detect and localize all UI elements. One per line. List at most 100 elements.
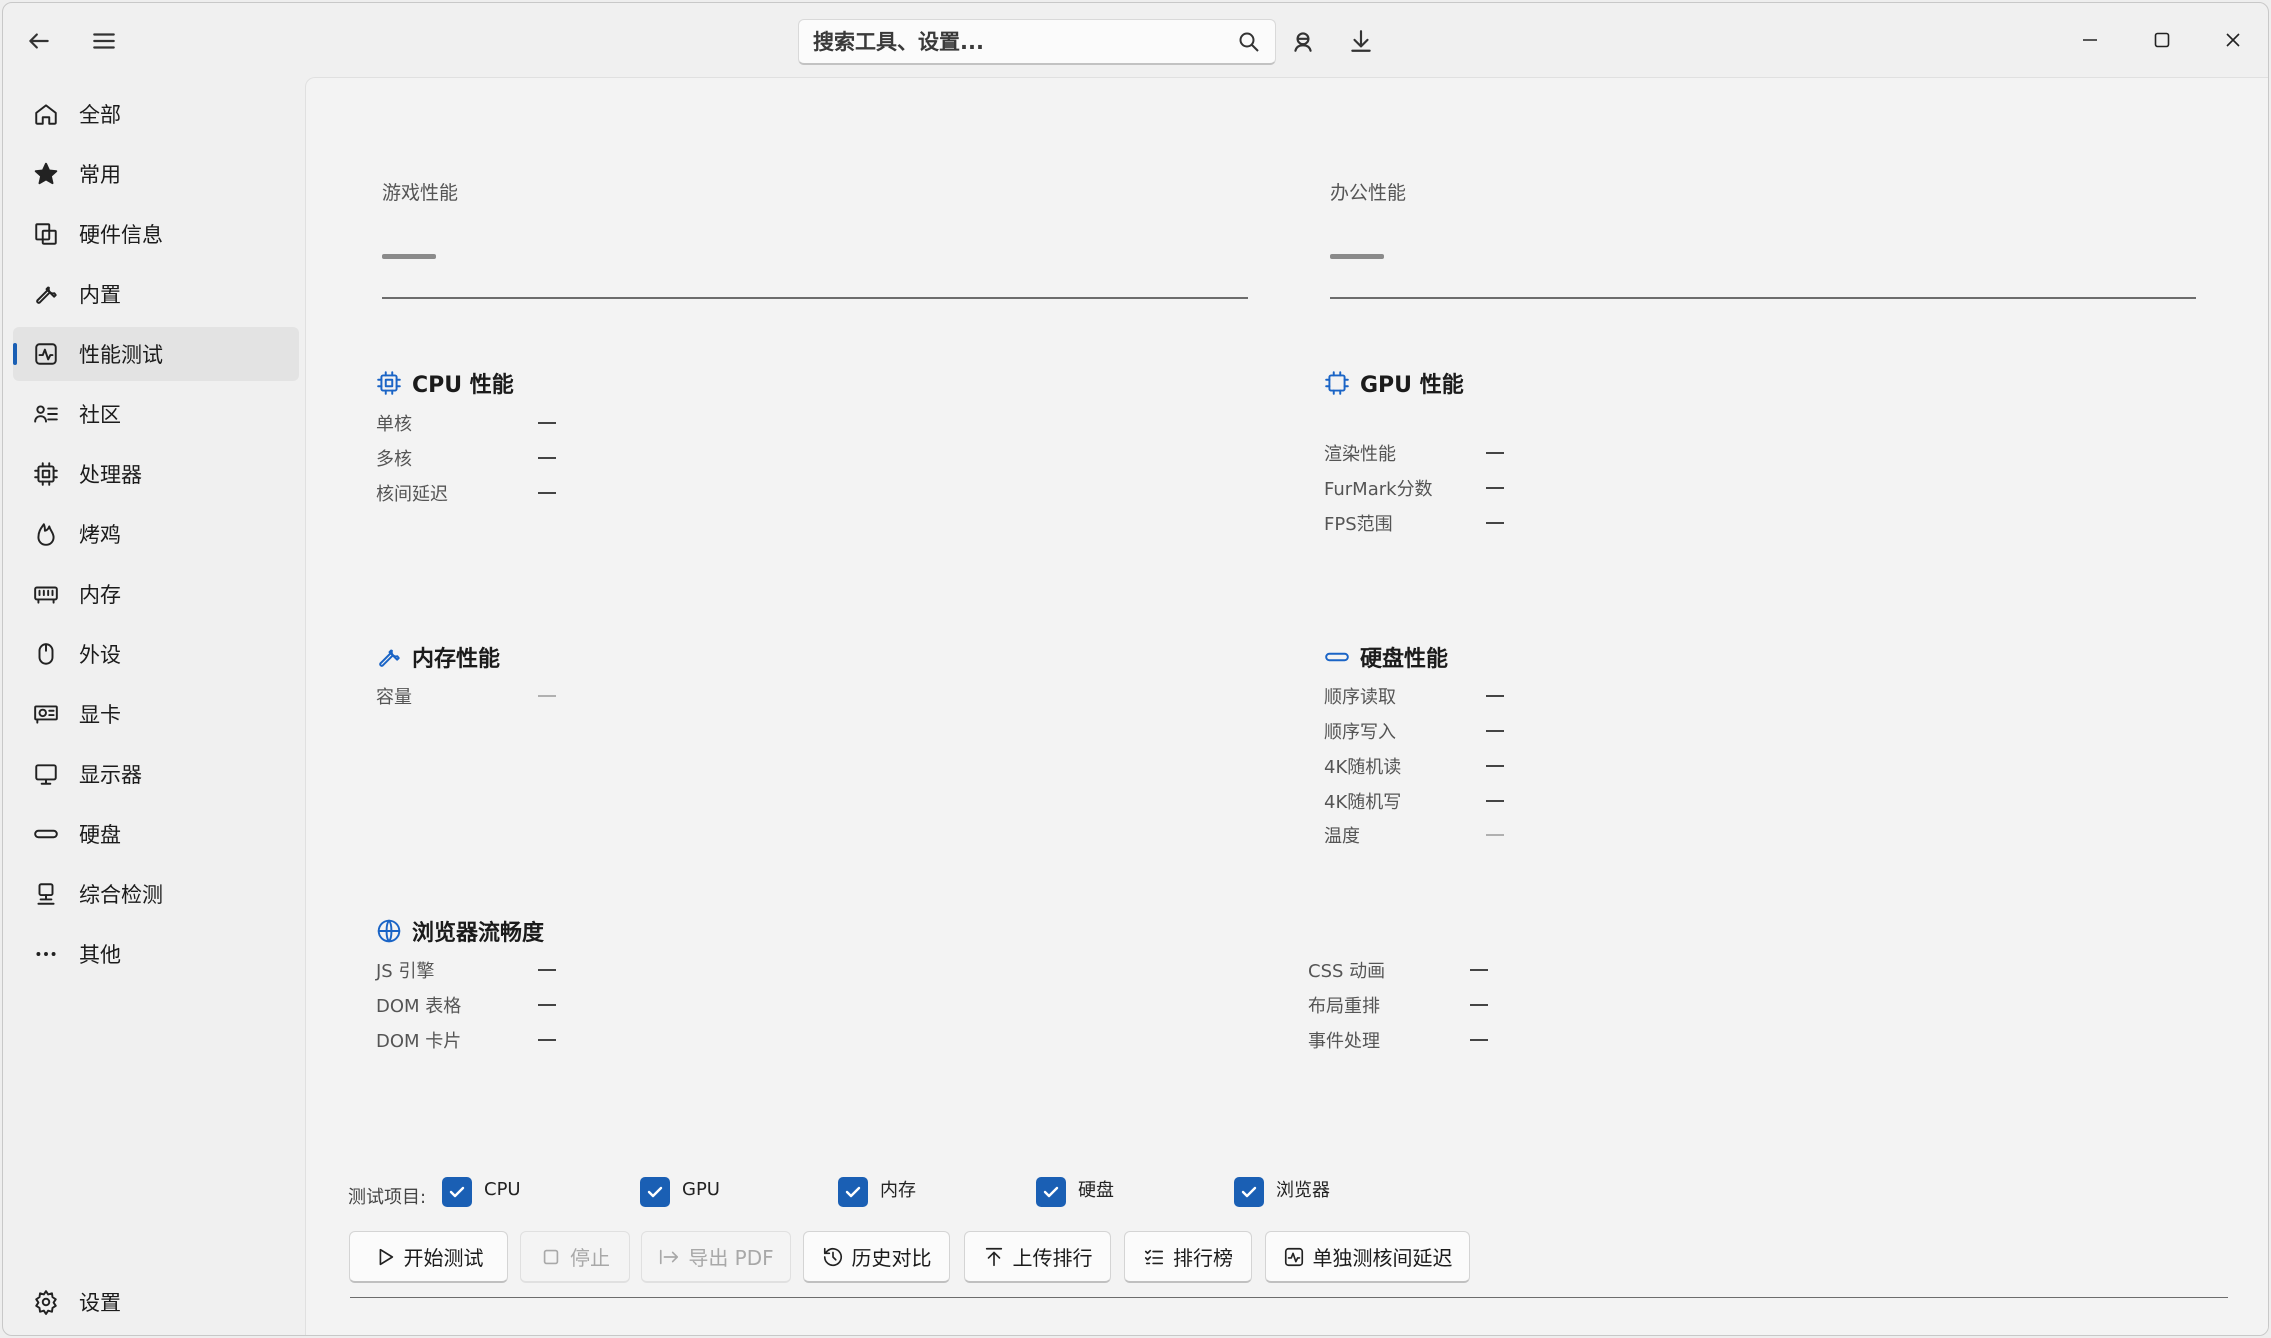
sidebar-item-comprehensive[interactable]: 综合检测 [13,867,299,921]
checkbox-checked[interactable] [442,1177,472,1207]
bottom-divider [350,1297,2228,1298]
history-compare-button[interactable]: 历史对比 [803,1231,950,1283]
minimize-button[interactable] [2060,17,2120,63]
back-arrow-icon [29,33,49,49]
test-cpu-checkbox[interactable]: CPU [442,1177,521,1207]
benchmark-icon [31,339,61,369]
checkbox-checked[interactable] [838,1177,868,1207]
sidebar-item-label: 性能测试 [79,343,163,367]
test-browser-checkbox[interactable]: 浏览器 [1234,1177,1330,1207]
cpu-core-latency-label: 核间延迟 [376,484,448,505]
cpu-single-core-label: 单核 [376,414,412,435]
menu-button[interactable] [84,21,124,61]
office-perf-title: 办公性能 [1330,182,1407,204]
sidebar-item-graphics-card[interactable]: 显卡 [13,687,299,741]
browser-dom-table-value [538,1004,556,1006]
browser-dom-card-label: DOM 卡片 [376,1031,462,1052]
browser-reflow-label: 布局重排 [1308,996,1380,1017]
sidebar-item-benchmark[interactable]: 性能测试 [13,327,299,381]
maximize-button[interactable] [2132,17,2192,63]
browser-dom-table-label: DOM 表格 [376,996,462,1017]
upload-ranking-button[interactable]: 上传排行 [964,1231,1111,1283]
benchmark-icon [1284,1247,1303,1266]
sidebar-item-display[interactable]: 显示器 [13,747,299,801]
browser-js-value [538,969,556,971]
monitor-icon [31,759,61,789]
sidebar-item-all[interactable]: 全部 [13,87,299,141]
sidebar: 全部 常用 硬件信息 内置 性能测试 社区 处理器 烤鸡 内存 外设 显卡 显示… [3,77,305,1335]
sidebar-item-community[interactable]: 社区 [13,387,299,441]
comprehensive-icon [31,879,61,909]
game-perf-title: 游戏性能 [382,182,459,204]
cpu-multi-core-label: 多核 [376,449,412,470]
memory-capacity-label: 容量 [376,687,412,708]
search-icon[interactable] [1237,30,1261,54]
test-disk-checkbox[interactable]: 硬盘 [1036,1177,1114,1207]
memory-section-header: 内存性能 [376,641,500,673]
checkbox-label: CPU [484,1178,521,1200]
leaderboard-button[interactable]: 排行榜 [1124,1231,1252,1283]
memory-icon [31,579,61,609]
sidebar-item-processor[interactable]: 处理器 [13,447,299,501]
checkbox-checked[interactable] [640,1177,670,1207]
wrench-icon [379,649,400,667]
browser-dom-card-value [538,1039,556,1041]
account-button[interactable] [1283,21,1323,61]
core-latency-test-button[interactable]: 单独测核间延迟 [1265,1231,1470,1283]
globe-icon [377,919,401,943]
upload-icon [985,1247,1002,1266]
cpu-icon [377,371,401,395]
download-button[interactable] [1341,21,1381,61]
game-perf-value [382,254,436,259]
sidebar-item-other[interactable]: 其他 [13,927,299,981]
close-button[interactable] [2203,17,2263,63]
game-perf-divider [382,297,1248,299]
stop-icon [543,1249,559,1264]
checkbox-checked[interactable] [1234,1177,1264,1207]
stop-button[interactable]: 停止 [520,1231,630,1283]
button-label: 上传排行 [1012,1246,1093,1270]
search-box[interactable] [798,19,1276,65]
browser-event-label: 事件处理 [1308,1031,1380,1052]
sidebar-item-memory[interactable]: 内存 [13,567,299,621]
title-bar [3,3,2268,77]
export-pdf-button[interactable]: 导出 PDF [641,1231,791,1283]
test-gpu-checkbox[interactable]: GPU [640,1177,720,1207]
app-window: 全部 常用 硬件信息 内置 性能测试 社区 处理器 烤鸡 [2,2,2269,1336]
gpu-render-value [1486,452,1504,454]
test-memory-checkbox[interactable]: 内存 [838,1177,916,1207]
browser-section-title: 浏览器流畅度 [412,921,545,946]
sidebar-item-settings[interactable]: 设置 [13,1275,299,1329]
more-icon [31,939,61,969]
checkbox-checked[interactable] [1036,1177,1066,1207]
disk-seq-write-value [1486,730,1504,732]
sidebar-item-label: 设置 [79,1291,121,1315]
gpu-section-header: GPU 性能 [1324,367,1464,399]
maximize-icon [2154,32,2170,48]
back-button[interactable] [19,21,59,61]
sidebar-item-stress[interactable]: 烤鸡 [13,507,299,561]
sidebar-item-label: 社区 [79,403,121,427]
sidebar-item-label: 综合检测 [79,883,163,907]
gpu-fps-value [1486,522,1504,524]
disk-icon [31,819,61,849]
sidebar-item-hardware-info[interactable]: 硬件信息 [13,207,299,261]
memory-section-title: 内存性能 [412,647,501,672]
sidebar-item-peripherals[interactable]: 外设 [13,627,299,681]
disk-icon [1325,652,1349,662]
play-icon [379,1248,393,1265]
wrench-icon [31,279,61,309]
start-test-button[interactable]: 开始测试 [349,1231,508,1283]
sidebar-item-disk[interactable]: 硬盘 [13,807,299,861]
minimize-icon [2083,39,2097,41]
checkbox-label: 浏览器 [1276,1180,1330,1201]
sidebar-item-favorites[interactable]: 常用 [13,147,299,201]
office-perf-value [1330,254,1384,259]
search-input[interactable] [813,29,1237,54]
sidebar-item-builtin[interactable]: 内置 [13,267,299,321]
disk-4k-read-value [1486,765,1504,767]
check-icon [1241,1186,1257,1198]
sidebar-item-label: 显卡 [79,703,121,727]
sidebar-item-label: 硬件信息 [79,223,163,247]
disk-seq-write-label: 顺序写入 [1324,722,1396,743]
